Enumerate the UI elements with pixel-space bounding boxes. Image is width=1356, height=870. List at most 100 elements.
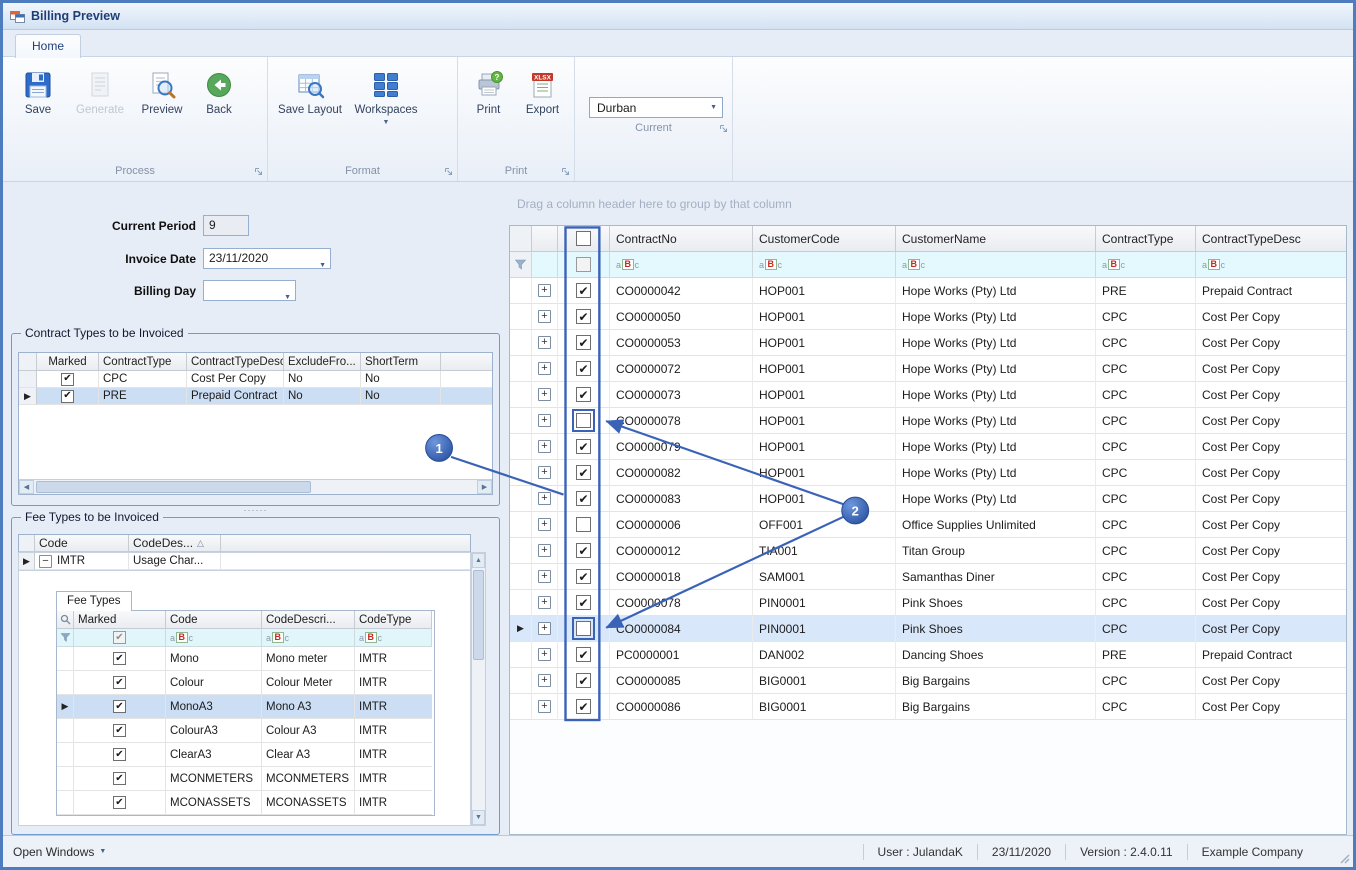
filter-marked-cell[interactable] <box>74 629 166 647</box>
checkbox-cell[interactable] <box>558 278 610 304</box>
contract-row[interactable]: ▶ + CO0000084 PIN0001 Pink Shoes CPC Cos… <box>510 616 1346 642</box>
fee-type-row[interactable]: ▶ Mono Mono meter IMTR <box>57 647 434 671</box>
expand-icon[interactable]: + <box>538 518 551 531</box>
column-header-code[interactable]: Code <box>166 611 262 629</box>
row-checkbox[interactable] <box>576 387 591 402</box>
filter-code-cell[interactable]: aBc <box>166 629 262 647</box>
checkbox-cell[interactable] <box>558 356 610 382</box>
checkbox-cell[interactable] <box>558 460 610 486</box>
row-checkbox[interactable] <box>576 491 591 506</box>
expand-icon[interactable]: + <box>538 362 551 375</box>
back-button[interactable]: Back <box>195 67 243 119</box>
billing-day-select[interactable]: ▼ <box>203 280 296 301</box>
row-checkbox[interactable] <box>576 595 591 610</box>
collapse-icon[interactable]: − <box>39 555 52 568</box>
expand-icon[interactable]: + <box>538 284 551 297</box>
expand-cell[interactable]: + <box>532 278 558 304</box>
marked-cell[interactable] <box>74 695 166 719</box>
checkbox-cell[interactable] <box>558 538 610 564</box>
contract-row[interactable]: ▶ + PC0000001 DAN002 Dancing Shoes PRE P… <box>510 642 1346 668</box>
row-checkbox[interactable] <box>576 335 591 350</box>
column-header-contracttypedesc[interactable]: ContractTypeDesc <box>187 353 284 371</box>
expand-icon[interactable]: + <box>538 414 551 427</box>
contract-row[interactable]: ▶ + CO0000078 PIN0001 Pink Shoes CPC Cos… <box>510 590 1346 616</box>
row-checkbox[interactable] <box>576 413 591 428</box>
marked-cell[interactable] <box>74 743 166 767</box>
column-header-codetype[interactable]: CodeType <box>355 611 432 629</box>
row-checkbox[interactable] <box>576 699 591 714</box>
row-checkbox[interactable] <box>576 673 591 688</box>
expand-icon[interactable]: + <box>538 440 551 453</box>
dialog-launcher-icon[interactable] <box>561 167 570 176</box>
scrollbar-thumb[interactable] <box>473 570 484 660</box>
checkbox-cell[interactable] <box>558 486 610 512</box>
checkbox-cell[interactable] <box>558 616 610 642</box>
marked-checkbox[interactable] <box>113 652 126 665</box>
expand-icon[interactable]: + <box>538 648 551 661</box>
scroll-down-button[interactable]: ▼ <box>472 810 485 825</box>
filter-cell-contracttype[interactable]: aBc <box>1096 252 1196 278</box>
marked-checkbox[interactable] <box>61 373 74 386</box>
fee-type-row[interactable]: ▶ ClearA3 Clear A3 IMTR <box>57 743 434 767</box>
expand-cell[interactable]: + <box>532 434 558 460</box>
row-checkbox[interactable] <box>576 517 591 532</box>
marked-cell[interactable] <box>37 371 99 388</box>
contract-row[interactable]: ▶ + CO0000079 HOP001 Hope Works (Pty) Lt… <box>510 434 1346 460</box>
expand-icon[interactable]: + <box>538 388 551 401</box>
resize-grip[interactable] <box>1337 851 1350 864</box>
row-checkbox[interactable] <box>576 439 591 454</box>
expand-cell[interactable]: + <box>532 564 558 590</box>
checkbox-cell[interactable] <box>558 642 610 668</box>
expand-cell[interactable]: + <box>532 694 558 720</box>
expand-cell[interactable]: + <box>532 486 558 512</box>
dialog-launcher-icon[interactable] <box>254 167 263 176</box>
marked-cell[interactable] <box>74 767 166 791</box>
expand-cell[interactable]: + <box>532 616 558 642</box>
horizontal-scrollbar[interactable]: ◀ ▶ <box>19 479 492 494</box>
column-header-contracttype[interactable]: ContractType <box>99 353 187 371</box>
row-checkbox[interactable] <box>576 621 591 636</box>
scroll-up-button[interactable]: ▲ <box>472 553 485 568</box>
marked-checkbox[interactable] <box>113 700 126 713</box>
row-checkbox[interactable] <box>576 569 591 584</box>
column-header-marked[interactable]: Marked <box>37 353 99 371</box>
contract-type-row[interactable]: ▶ PRE Prepaid Contract No No <box>19 388 492 405</box>
contract-type-row[interactable]: ▶ CPC Cost Per Copy No No <box>19 371 492 388</box>
fee-type-row[interactable]: ▶ MCONASSETS MCONASSETS IMTR <box>57 791 434 815</box>
expand-cell[interactable]: + <box>532 668 558 694</box>
filter-cell-contracttypedesc[interactable]: aBc <box>1196 252 1346 278</box>
filter-checkbox[interactable] <box>576 257 591 272</box>
expand-cell[interactable]: + <box>532 304 558 330</box>
expand-icon[interactable]: + <box>538 336 551 349</box>
fee-type-row[interactable]: ▶ MCONMETERS MCONMETERS IMTR <box>57 767 434 791</box>
current-period-input[interactable]: 9 <box>203 215 249 236</box>
contract-row[interactable]: ▶ + CO0000082 HOP001 Hope Works (Pty) Lt… <box>510 460 1346 486</box>
contract-row[interactable]: ▶ + CO0000072 HOP001 Hope Works (Pty) Lt… <box>510 356 1346 382</box>
fee-type-row[interactable]: ▶ ColourA3 Colour A3 IMTR <box>57 719 434 743</box>
scrollbar-thumb[interactable] <box>36 481 311 493</box>
tab-fee-types[interactable]: Fee Types <box>56 591 132 611</box>
print-button[interactable]: ? Print <box>464 67 513 119</box>
checkbox-cell[interactable] <box>558 382 610 408</box>
save-layout-button[interactable]: Save Layout <box>274 67 346 119</box>
contract-row[interactable]: ▶ + CO0000073 HOP001 Hope Works (Pty) Lt… <box>510 382 1346 408</box>
select-all-header-cell[interactable] <box>558 226 610 252</box>
marked-cell[interactable] <box>74 719 166 743</box>
expand-icon[interactable]: + <box>538 570 551 583</box>
expand-cell[interactable]: + <box>532 460 558 486</box>
expand-cell[interactable]: + <box>532 538 558 564</box>
column-header-codedescription[interactable]: CodeDescri... <box>262 611 355 629</box>
scroll-right-button[interactable]: ▶ <box>477 480 492 494</box>
column-header-customername[interactable]: CustomerName <box>896 226 1096 252</box>
current-branch-select[interactable]: Durban ▼ <box>589 97 723 118</box>
expand-icon[interactable]: + <box>538 596 551 609</box>
fee-type-master-row[interactable]: ▶ −IMTR Usage Char... <box>18 552 471 571</box>
checkbox-cell[interactable] <box>558 668 610 694</box>
contract-row[interactable]: ▶ + CO0000078 HOP001 Hope Works (Pty) Lt… <box>510 408 1346 434</box>
checkbox-cell[interactable] <box>558 330 610 356</box>
expand-cell[interactable]: + <box>532 356 558 382</box>
contract-row[interactable]: ▶ + CO0000042 HOP001 Hope Works (Pty) Lt… <box>510 278 1346 304</box>
workspaces-button[interactable]: Workspaces ▼ <box>350 67 422 128</box>
contract-row[interactable]: ▶ + CO0000050 HOP001 Hope Works (Pty) Lt… <box>510 304 1346 330</box>
expand-icon[interactable]: + <box>538 544 551 557</box>
